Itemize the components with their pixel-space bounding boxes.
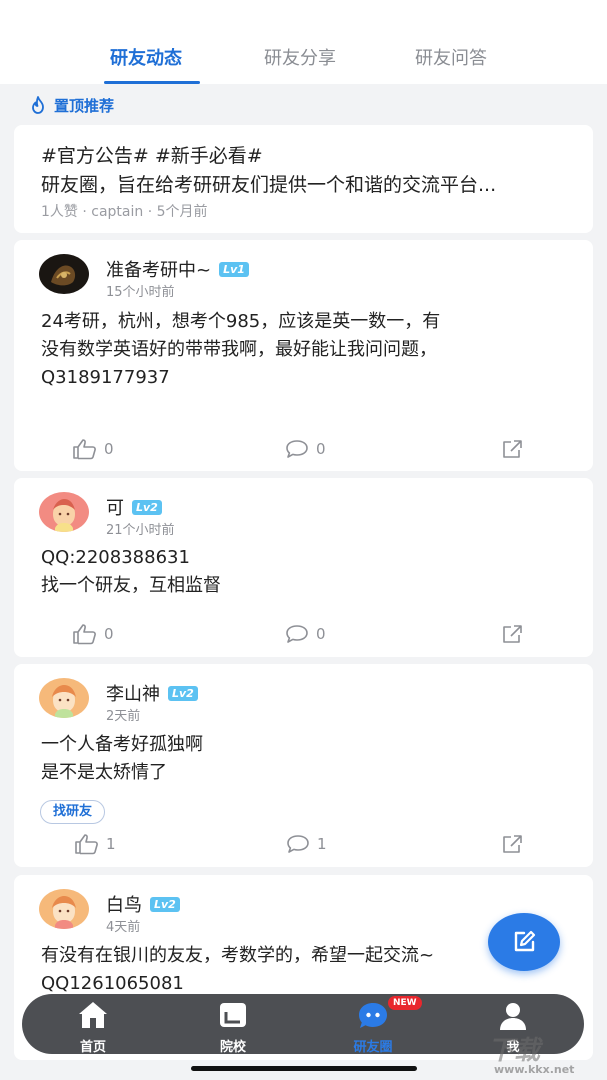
share-button[interactable] (500, 833, 530, 855)
post-time: 15个小时前 (106, 285, 175, 300)
username-text: 可 (106, 498, 124, 519)
comment-count: 1 (317, 835, 327, 853)
share-icon (503, 835, 522, 853)
thumbs-up-icon (73, 624, 96, 645)
tabbar-label: 院校 (219, 1040, 246, 1055)
like-button[interactable]: 0 (72, 438, 114, 460)
tab-moments[interactable]: 研友动态 (110, 44, 182, 70)
post-content: 一个人备考好孤独啊 是不是太矫情了 (41, 734, 203, 783)
top-header: 研友动态 研友分享 研友问答 (0, 0, 607, 84)
edit-icon (514, 930, 536, 952)
comment-button[interactable]: 0 (284, 623, 326, 645)
home-indicator (191, 1066, 417, 1071)
post-username[interactable]: 白鸟 Lv2 (106, 891, 180, 917)
level-badge: Lv1 (219, 261, 249, 277)
flame-icon (32, 96, 44, 114)
home-icon (79, 1002, 107, 1028)
comment-count: 0 (316, 440, 326, 458)
level-badge: Lv2 (150, 896, 180, 912)
comment-button[interactable]: 1 (285, 833, 327, 855)
post-actions: 0 0 (14, 438, 593, 462)
pinned-post-meta: 1人赞 · captain · 5个月前 (41, 204, 208, 220)
topic-tag[interactable]: 找研友 (40, 800, 106, 824)
avatar[interactable] (39, 889, 89, 929)
pinned-post-title: #官方公告# #新手必看# (41, 145, 263, 167)
avatar[interactable] (39, 678, 89, 718)
new-badge: NEW (388, 996, 422, 1010)
post-content: QQ:2208388631 找一个研友，互相监督 (41, 547, 221, 596)
like-count: 1 (106, 835, 116, 853)
username-text: 白鸟 (106, 895, 142, 916)
post-card[interactable]: 李山神 Lv2 2天前 一个人备考好孤独啊 是不是太矫情了 找研友 1 1 (14, 664, 593, 867)
active-tab-indicator (104, 81, 200, 84)
like-button[interactable]: 0 (72, 623, 114, 645)
profile-icon (500, 1003, 526, 1030)
thumbs-up-icon (75, 834, 98, 855)
post-content: 24考研，杭州，想考个985，应该是英一数一，有 没有数学英语好的带带我啊，最好… (41, 311, 441, 388)
avatar[interactable] (39, 492, 89, 532)
pinned-post-body: 研友圈，旨在给考研研友们提供一个和谐的交流平台... (41, 174, 497, 196)
tabbar-item-home[interactable]: 首页 (48, 998, 138, 1055)
tabbar-item-school[interactable]: 院校 (188, 998, 278, 1055)
like-count: 0 (104, 440, 114, 458)
like-count: 0 (104, 625, 114, 643)
username-text: 李山神 (106, 684, 160, 705)
level-badge: Lv2 (132, 499, 162, 515)
tabbar-label: 首页 (79, 1040, 106, 1055)
watermark-url: www.kkx.net (494, 1063, 575, 1076)
avatar[interactable] (39, 254, 89, 294)
post-content: 有没有在银川的友友，考数学的，希望一起交流~ QQ1261065081 (41, 945, 435, 994)
post-card[interactable]: 准备考研中~ Lv1 15个小时前 24考研，杭州，想考个985，应该是英一数一… (14, 240, 593, 471)
comment-count: 0 (316, 625, 326, 643)
thumbs-up-icon (73, 439, 96, 460)
like-button[interactable]: 1 (74, 833, 116, 855)
post-actions: 0 0 (14, 623, 593, 647)
share-button[interactable] (500, 623, 530, 645)
post-actions: 1 1 (14, 833, 593, 857)
post-time: 4天前 (106, 920, 141, 935)
comment-icon (287, 835, 309, 853)
post-username[interactable]: 准备考研中~ Lv1 (106, 256, 249, 282)
post-card[interactable]: 可 Lv2 21个小时前 QQ:2208388631 找一个研友，互相监督 0 … (14, 478, 593, 657)
post-username[interactable]: 可 Lv2 (106, 494, 162, 520)
share-icon (503, 440, 522, 458)
level-badge: Lv2 (168, 685, 198, 701)
pinned-label-text: 置顶推荐 (54, 96, 115, 115)
post-time: 21个小时前 (106, 523, 175, 538)
comment-icon (286, 625, 308, 643)
community-icon (359, 1003, 387, 1028)
tab-share[interactable]: 研友分享 (264, 44, 336, 70)
post-username[interactable]: 李山神 Lv2 (106, 680, 198, 706)
tab-qa[interactable]: 研友问答 (415, 44, 487, 70)
compose-button[interactable] (488, 913, 560, 971)
comment-icon (286, 440, 308, 458)
pinned-section-label: 置顶推荐 (30, 95, 114, 115)
comment-button[interactable]: 0 (284, 438, 326, 460)
post-time: 2天前 (106, 709, 141, 724)
watermark-logo: 下载 (488, 1036, 541, 1066)
tab-bar-top: 研友动态 研友分享 研友问答 (0, 44, 607, 84)
username-text: 准备考研中~ (106, 260, 212, 281)
pinned-post-card[interactable]: #官方公告# #新手必看# 研友圈，旨在给考研研友们提供一个和谐的交流平台...… (14, 125, 593, 233)
tabbar-label: 研友圈 (353, 1040, 393, 1055)
share-icon (503, 625, 522, 643)
school-icon (220, 1003, 246, 1027)
share-button[interactable] (500, 438, 530, 460)
